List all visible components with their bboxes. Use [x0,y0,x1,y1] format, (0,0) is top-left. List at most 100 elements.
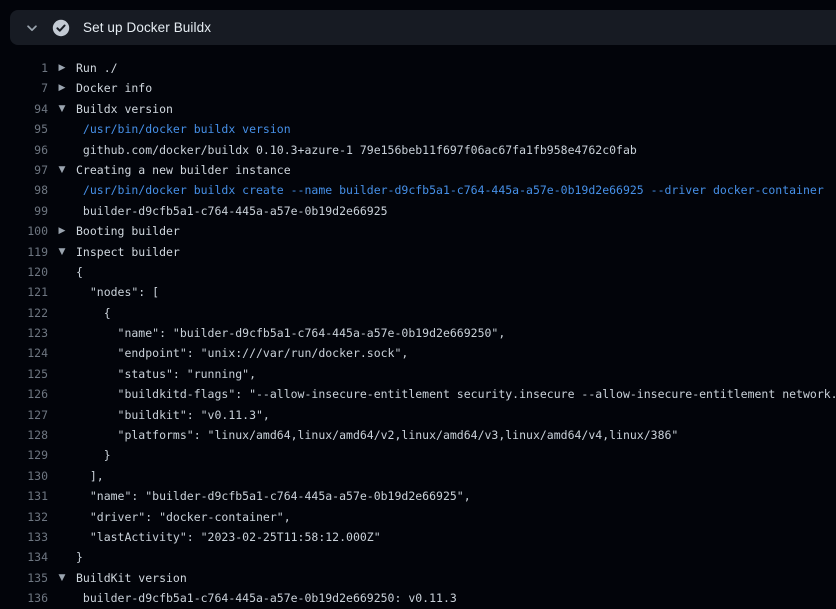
output-text: "endpoint": "unix:///var/run/docker.sock… [76,343,408,363]
marker-spacer [48,323,76,343]
line-number-link[interactable]: 123 [0,323,48,343]
marker-spacer [48,343,76,363]
triangle-down-icon[interactable]: ▼ [48,242,76,262]
line-number-link[interactable]: 120 [0,262,48,282]
log-row: 94▼Buildx version [0,99,836,119]
output-text: "name": "builder-d9cfb5a1-c764-445a-a57e… [76,486,471,506]
line-number-link[interactable]: 98 [0,180,48,200]
output-text: } [76,547,83,567]
output-text: "nodes": [ [76,282,159,302]
triangle-down-icon[interactable]: ▼ [48,99,76,119]
triangle-right-icon[interactable]: ▶ [48,221,76,241]
log-row: 7▶Docker info [0,78,836,98]
log-row: 126 "buildkitd-flags": "--allow-insecure… [0,384,836,404]
group-title[interactable]: Creating a new builder instance [76,160,291,180]
triangle-down-icon[interactable]: ▼ [48,160,76,180]
line-number-link[interactable]: 131 [0,486,48,506]
line-number-link[interactable]: 100 [0,221,48,241]
line-number-link[interactable]: 1 [0,58,48,78]
marker-spacer [48,303,76,323]
marker-spacer [48,547,76,567]
marker-spacer [48,364,76,384]
log-row: 127 "buildkit": "v0.11.3", [0,405,836,425]
log-row: 134} [0,547,836,567]
output-text: ], [76,466,104,486]
marker-spacer [48,486,76,506]
line-number-link[interactable]: 129 [0,445,48,465]
output-text: "lastActivity": "2023-02-25T11:58:12.000… [76,527,381,547]
line-number-link[interactable]: 132 [0,507,48,527]
log-row: 97▼Creating a new builder instance [0,160,836,180]
marker-spacer [48,180,76,200]
log-row: 128 "platforms": "linux/amd64,linux/amd6… [0,425,836,445]
output-text: "platforms": "linux/amd64,linux/amd64/v2… [76,425,678,445]
group-title[interactable]: Buildx version [76,99,173,119]
log-output: 1▶Run ./7▶Docker info94▼Buildx version95… [0,45,836,609]
marker-spacer [48,119,76,139]
output-text: "name": "builder-d9cfb5a1-c764-445a-a57e… [76,323,505,343]
marker-spacer [48,405,76,425]
log-row: 100▶Booting builder [0,221,836,241]
log-row: 131 "name": "builder-d9cfb5a1-c764-445a-… [0,486,836,506]
marker-spacer [48,201,76,221]
marker-spacer [48,466,76,486]
command-text: /usr/bin/docker buildx version [76,119,291,139]
log-row: 120{ [0,262,836,282]
log-row: 95 /usr/bin/docker buildx version [0,119,836,139]
output-text: "buildkitd-flags": "--allow-insecure-ent… [76,384,836,404]
line-number-link[interactable]: 133 [0,527,48,547]
group-title[interactable]: BuildKit version [76,568,187,588]
log-row: 119▼Inspect builder [0,242,836,262]
group-title[interactable]: Run ./ [76,58,118,78]
line-number-link[interactable]: 122 [0,303,48,323]
triangle-right-icon[interactable]: ▶ [48,78,76,98]
line-number-link[interactable]: 96 [0,140,48,160]
line-number-link[interactable]: 134 [0,547,48,567]
line-number-link[interactable]: 126 [0,384,48,404]
group-title[interactable]: Booting builder [76,221,180,241]
marker-spacer [48,507,76,527]
marker-spacer [48,282,76,302]
log-row: 98 /usr/bin/docker buildx create --name … [0,180,836,200]
log-row: 132 "driver": "docker-container", [0,507,836,527]
marker-spacer [48,527,76,547]
line-number-link[interactable]: 128 [0,425,48,445]
log-row: 96 github.com/docker/buildx 0.10.3+azure… [0,140,836,160]
line-number-link[interactable]: 125 [0,364,48,384]
marker-spacer [48,445,76,465]
line-number-link[interactable]: 121 [0,282,48,302]
line-number-link[interactable]: 136 [0,588,48,608]
log-row: 99 builder-d9cfb5a1-c764-445a-a57e-0b19d… [0,201,836,221]
line-number-link[interactable]: 99 [0,201,48,221]
line-number-link[interactable]: 124 [0,343,48,363]
line-number-link[interactable]: 130 [0,466,48,486]
line-number-link[interactable]: 119 [0,242,48,262]
output-text: builder-d9cfb5a1-c764-445a-a57e-0b19d2e6… [76,201,388,221]
output-text: } [76,445,111,465]
command-text: /usr/bin/docker buildx create --name bui… [76,180,824,200]
log-row: 123 "name": "builder-d9cfb5a1-c764-445a-… [0,323,836,343]
line-number-link[interactable]: 95 [0,119,48,139]
log-row: 1▶Run ./ [0,58,836,78]
line-number-link[interactable]: 94 [0,99,48,119]
check-circle-icon [52,19,70,37]
line-number-link[interactable]: 97 [0,160,48,180]
group-title[interactable]: Inspect builder [76,242,180,262]
output-text: "status": "running", [76,364,256,384]
output-text: "driver": "docker-container", [76,507,291,527]
group-title[interactable]: Docker info [76,78,152,98]
log-row: 122 { [0,303,836,323]
triangle-down-icon[interactable]: ▼ [48,568,76,588]
marker-spacer [48,262,76,282]
line-number-link[interactable]: 135 [0,568,48,588]
marker-spacer [48,140,76,160]
line-number-link[interactable]: 7 [0,78,48,98]
log-row: 121 "nodes": [ [0,282,836,302]
line-number-link[interactable]: 127 [0,405,48,425]
chevron-down-icon[interactable] [23,19,41,37]
step-header[interactable]: Set up Docker Buildx [10,10,836,45]
marker-spacer [48,384,76,404]
triangle-right-icon[interactable]: ▶ [48,58,76,78]
output-text: github.com/docker/buildx 0.10.3+azure-1 … [76,140,637,160]
output-text: "buildkit": "v0.11.3", [76,405,270,425]
